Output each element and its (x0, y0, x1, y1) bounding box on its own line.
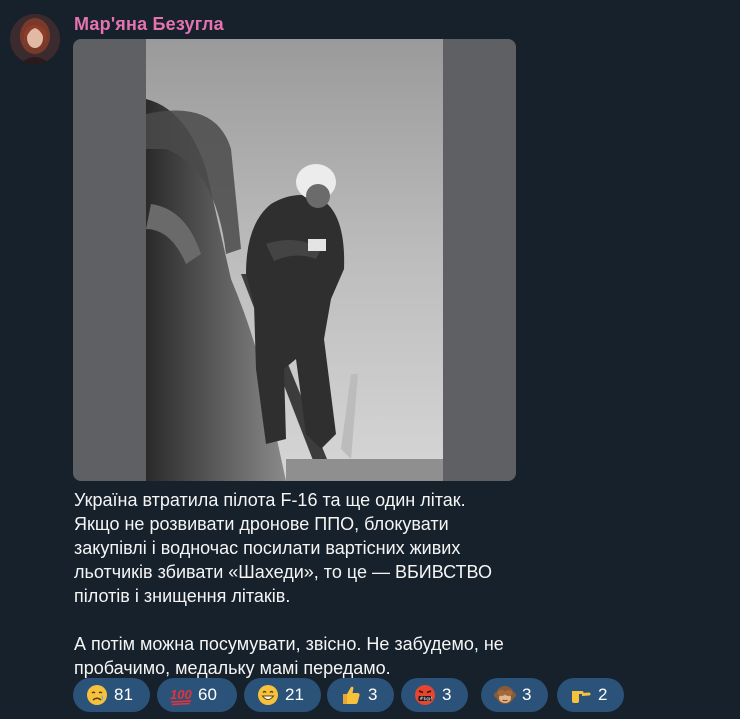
grinning-face-icon (257, 684, 279, 706)
post-photo[interactable] (73, 39, 516, 481)
see-no-evil-monkey-icon (494, 684, 516, 706)
reaction-count: 21 (285, 685, 304, 704)
hundred-points-icon: 100 (170, 684, 192, 706)
author-name[interactable]: Мар'яна Безугла (74, 14, 224, 35)
svg-text:100: 100 (170, 687, 192, 702)
avatar-image (10, 14, 60, 64)
reaction-pointing[interactable]: 2 (557, 678, 624, 712)
reaction-crying[interactable]: 81 (73, 678, 150, 712)
reaction-count: 81 (114, 685, 133, 704)
reaction-count: 3 (368, 685, 378, 704)
reaction-count: 60 (198, 685, 217, 704)
reaction-monkey[interactable]: 3 (481, 678, 548, 712)
reaction-count: 2 (598, 685, 608, 704)
reaction-thumbs-up[interactable]: 3 (327, 678, 394, 712)
message-paragraph: Україна втратила пілота F-16 та ще один … (74, 490, 492, 606)
reaction-count: 3 (522, 685, 532, 704)
thumbs-up-icon (340, 684, 362, 706)
photo-illustration (146, 39, 443, 481)
message-text: Україна втратила пілота F-16 та ще один … (74, 488, 514, 680)
channel-post: Мар'яна Безугла Україна втратила пілота … (0, 0, 740, 719)
reaction-count: 3 (442, 685, 452, 704)
pilot-photo (146, 39, 443, 481)
message-paragraph: А потім можна посумувати, звісно. Не заб… (74, 634, 504, 678)
svg-text:#$@!: #$@! (420, 696, 433, 702)
reaction-hundred[interactable]: 100 60 (157, 678, 237, 712)
reaction-swearing[interactable]: #$@! 3 (401, 678, 468, 712)
reaction-grinning[interactable]: 21 (244, 678, 321, 712)
crying-face-icon (86, 684, 108, 706)
author-avatar[interactable] (10, 14, 60, 64)
swearing-face-icon: #$@! (414, 684, 436, 706)
pointing-hand-icon (570, 684, 592, 706)
